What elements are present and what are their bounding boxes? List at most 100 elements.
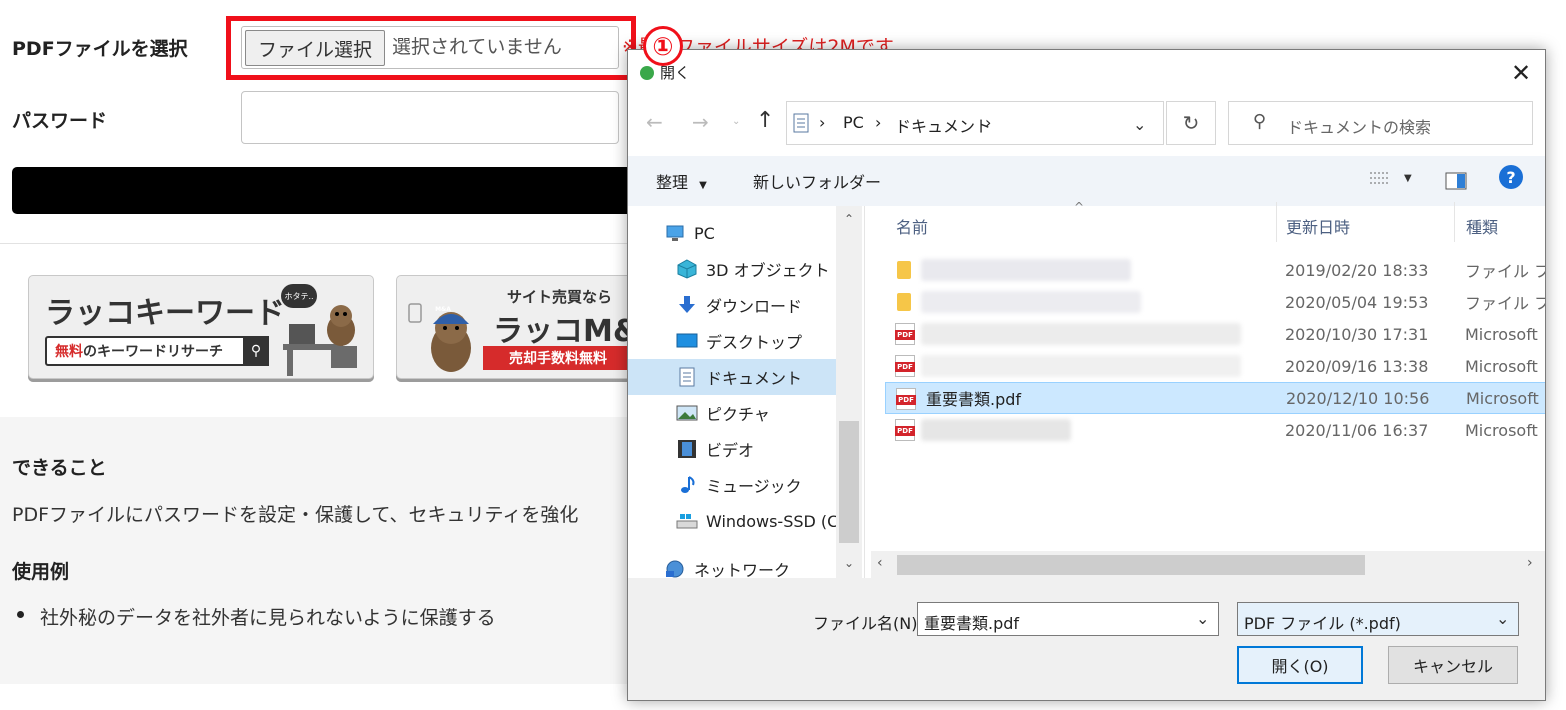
- scroll-down-icon[interactable]: ⌄: [844, 556, 854, 570]
- file-row[interactable]: PDF 2020/10/30 17:31 Microsoft: [885, 318, 1545, 350]
- file-row[interactable]: 2020/05/04 19:53 ファイル フォ: [885, 286, 1545, 318]
- nav-item-windows-ssd[interactable]: Windows-SSD (C: [628, 503, 839, 539]
- address-dropdown-icon[interactable]: ⌄: [1133, 115, 1146, 134]
- file-date: 2020/11/06 16:37: [1285, 420, 1429, 440]
- nav-item-music[interactable]: ミュージック: [628, 467, 836, 503]
- nav-label: 3D オブジェクト: [706, 261, 830, 280]
- view-options-icon[interactable]: [1368, 170, 1390, 188]
- nav-label: Windows-SSD (C: [706, 511, 839, 531]
- bullet-dot: [17, 611, 24, 618]
- file-type: Microsoft: [1465, 420, 1538, 440]
- nav-label: ドキュメント: [706, 369, 803, 388]
- column-separator: [1454, 202, 1455, 242]
- submit-button[interactable]: [12, 167, 652, 214]
- nav-item-videos[interactable]: ビデオ: [628, 431, 836, 467]
- filename-dropdown-icon[interactable]: ⌄: [1196, 609, 1209, 628]
- scroll-left-icon[interactable]: ‹: [877, 555, 883, 571]
- file-type: Microsoft: [1465, 324, 1538, 344]
- video-icon: [678, 440, 696, 458]
- blurred-filename: [921, 259, 1131, 281]
- filename-input[interactable]: 重要書類.pdf ⌄: [917, 602, 1219, 636]
- scrollbar-thumb[interactable]: [839, 421, 859, 543]
- column-header-name[interactable]: 名前: [896, 214, 928, 238]
- otter-mascot-illustration: [283, 305, 357, 376]
- new-folder-button[interactable]: 新しいフォルダー: [753, 169, 881, 193]
- rakko-keyword-banner[interactable]: ラッコキーワード 無料 のキーワードリサーチ ⚲ ホタテ..: [28, 275, 374, 379]
- file-date: 2020/10/30 17:31: [1285, 324, 1429, 344]
- filename-value: 重要書類.pdf: [924, 614, 1020, 633]
- nav-item-desktop[interactable]: デスクトップ: [628, 323, 836, 359]
- pdf-badge: PDF: [895, 330, 915, 340]
- breadcrumb-sep-icon: ›: [985, 113, 992, 132]
- organize-label: 整理: [656, 173, 689, 192]
- banner2-ribbon: 売却手数料無料: [483, 346, 640, 370]
- breadcrumb-pc[interactable]: PC: [843, 113, 864, 132]
- organize-dropdown-icon: ▼: [699, 180, 707, 191]
- nav-label: ビデオ: [706, 441, 755, 460]
- sort-ascending-icon: ^: [1074, 200, 1085, 214]
- open-button[interactable]: 開く(O): [1237, 646, 1363, 684]
- recent-chevron-icon[interactable]: ⌄: [732, 116, 740, 127]
- file-row[interactable]: 2019/02/20 18:33 ファイル フォ: [885, 254, 1545, 286]
- section-bullet-example: 社外秘のデータを社外者に見られないように保護する: [40, 607, 496, 629]
- filetype-select[interactable]: PDF ファイル (*.pdf) ⌄: [1237, 602, 1519, 636]
- file-date: 2020/12/10 10:56: [1286, 388, 1430, 408]
- music-icon: [681, 476, 695, 493]
- nav-item-documents[interactable]: ドキュメント: [628, 359, 836, 395]
- pc-icon: [666, 225, 684, 241]
- picture-icon: [676, 405, 698, 421]
- organize-menu[interactable]: 整理 ▼: [656, 169, 707, 193]
- close-icon[interactable]: ✕: [1506, 58, 1536, 88]
- section-heading-features: できること: [12, 457, 107, 479]
- pdf-icon: PDF: [895, 355, 915, 377]
- divider: [0, 243, 640, 244]
- password-label: パスワード: [12, 110, 108, 132]
- column-separator: [1276, 202, 1277, 242]
- nav-item-downloads[interactable]: ダウンロード: [628, 287, 836, 323]
- blurred-filename: [921, 323, 1241, 345]
- file-type: ファイル フォ: [1465, 262, 1545, 281]
- back-arrow-icon[interactable]: ←: [646, 110, 663, 134]
- file-row[interactable]: PDF 2020/09/16 13:38 Microsoft: [885, 350, 1545, 382]
- refresh-icon[interactable]: ↻: [1166, 101, 1216, 145]
- open-file-dialog: 開く ✕ ← → ⌄ ↑ › PC › ドキュメント › ⌄ ↻ ⚲ ドキュメン…: [627, 49, 1546, 701]
- nav-item-pictures[interactable]: ピクチャ: [628, 395, 836, 431]
- up-arrow-icon[interactable]: ↑: [756, 108, 774, 133]
- search-box[interactable]: ⚲ ドキュメントの検索: [1228, 101, 1533, 145]
- help-icon[interactable]: ?: [1499, 165, 1523, 189]
- banner-tagline-rest: のキーワードリサーチ: [83, 344, 223, 360]
- breadcrumb-documents[interactable]: ドキュメント: [895, 113, 991, 137]
- column-header-type[interactable]: 種類: [1466, 214, 1498, 238]
- file-list-scrollbar[interactable]: ‹ ›: [871, 551, 1545, 579]
- forward-arrow-icon[interactable]: →: [692, 110, 709, 134]
- nav-scrollbar[interactable]: ⌃ ⌄: [836, 206, 862, 578]
- column-header-date[interactable]: 更新日時: [1286, 214, 1350, 238]
- banner-tagline-free: 無料: [55, 344, 83, 360]
- scrollbar-thumb[interactable]: [897, 555, 1365, 575]
- banner-tagline: 無料 のキーワードリサーチ: [45, 336, 269, 366]
- scroll-right-icon[interactable]: ›: [1527, 555, 1533, 571]
- password-input[interactable]: [241, 91, 619, 144]
- address-bar[interactable]: › PC › ドキュメント › ⌄: [786, 101, 1164, 145]
- file-type: Microsoft: [1466, 388, 1539, 408]
- nav-label: ピクチャ: [706, 405, 770, 424]
- network-icon: [666, 560, 684, 578]
- file-date: 2019/02/20 18:33: [1285, 260, 1429, 280]
- preview-pane-icon[interactable]: [1445, 172, 1467, 190]
- nav-item-3d-objects[interactable]: 3D オブジェクト: [628, 251, 836, 287]
- file-row-selected[interactable]: PDF 重要書類.pdf 2020/12/10 10:56 Microsoft: [885, 382, 1545, 414]
- view-dropdown-icon[interactable]: ▼: [1404, 173, 1412, 184]
- cancel-button[interactable]: キャンセル: [1388, 646, 1518, 684]
- filetype-dropdown-icon[interactable]: ⌄: [1496, 609, 1509, 628]
- web-page: PDFファイルを選択 ファイル選択 選択されていません ※最大ファイルサイズは2…: [0, 0, 1566, 710]
- file-row[interactable]: PDF 2020/11/06 16:37 Microsoft: [885, 414, 1545, 446]
- document-folder-icon: [793, 113, 809, 133]
- nav-item-pc[interactable]: PC: [628, 215, 836, 251]
- pdf-badge: PDF: [896, 395, 916, 405]
- folder-icon: [897, 293, 911, 311]
- pdf-badge: PDF: [895, 426, 915, 436]
- scroll-up-icon[interactable]: ⌃: [844, 212, 854, 226]
- search-icon: ⚲: [1253, 111, 1267, 132]
- rakko-ma-banner[interactable]: サイト売買なら ラッコM&A 売却手数料無料 M&A: [396, 275, 640, 379]
- highlight-frame: [226, 16, 636, 80]
